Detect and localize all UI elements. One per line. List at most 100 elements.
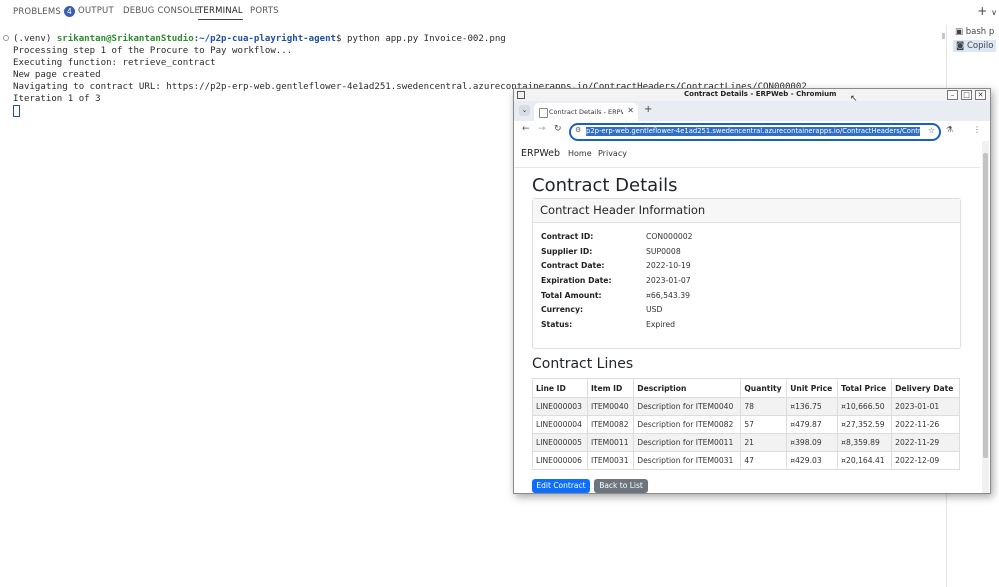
table-cell: LINE000006 <box>532 451 588 470</box>
table-cell: ¤479.87 <box>786 415 839 434</box>
tab-search-chevron-icon[interactable]: ⌄ <box>519 105 530 116</box>
table-cell: ¤429.03 <box>786 451 839 470</box>
table-cell: 2023-01-01 <box>891 397 960 416</box>
table-row: LINE000004 ITEM0082 Description for ITEM… <box>532 415 960 434</box>
table-cell: ¤398.09 <box>786 433 839 452</box>
table-cell: 2022-11-26 <box>891 415 960 434</box>
browser-titlebar[interactable]: Contract Details - ERPWeb - Chromium – □… <box>514 89 990 101</box>
prompt-env: (.venv) <box>13 34 57 44</box>
contract-lines-heading: Contract Lines <box>532 356 634 372</box>
contract-id-label: Contract ID: <box>541 232 594 241</box>
address-bar[interactable]: ⚙ p2p-erp-web.gentleflower-4e1ad251.swed… <box>569 123 941 141</box>
address-bar-url[interactable]: p2p-erp-web.gentleflower-4e1ad251.sweden… <box>586 127 920 136</box>
total-amount-value: ¤66,543.39 <box>646 291 691 300</box>
command-decoration-icon <box>3 35 9 41</box>
page-title: Contract Details <box>532 175 678 196</box>
terminal-scroll-marker <box>942 33 945 39</box>
total-amount-label: Total Amount: <box>541 291 602 300</box>
prompt-path: :~/p2p-cua-playright-agent <box>193 34 337 44</box>
copilot-icon: ◙ <box>956 41 967 51</box>
column-header: Description <box>633 378 742 398</box>
tab-terminal[interactable]: TERMINAL <box>198 6 243 20</box>
edit-contract-button[interactable]: Edit Contract <box>532 479 590 493</box>
site-navbar: ERPWeb Home Privacy <box>514 141 980 168</box>
card-title: Contract Header Information <box>540 203 706 217</box>
back-to-list-button[interactable]: Back to List <box>594 479 648 493</box>
maximize-icon[interactable]: □ <box>961 90 972 100</box>
table-row: LINE000006 ITEM0031 Description for ITEM… <box>532 451 960 470</box>
supplier-id-label: Supplier ID: <box>541 247 593 256</box>
nav-privacy-link[interactable]: Privacy <box>598 149 627 158</box>
table-cell: ITEM0011 <box>586 433 635 452</box>
tab-strip: ⌄ Contract Details - ERPWeb ✕ + <box>514 101 990 121</box>
panel-tab-bar: PROBLEMS 4 OUTPUT DEBUG CONSOLE TERMINAL … <box>0 0 999 24</box>
prompt-user: srikantan@SrikantanStudio <box>56 34 194 44</box>
table-row: LINE000005 ITEM0011 Description for ITEM… <box>532 433 960 452</box>
terminal-line: New page created <box>13 70 101 80</box>
table-cell: ¤10,666.50 <box>837 397 893 416</box>
window-title: Contract Details - ERPWeb - Chromium <box>684 90 837 98</box>
extension-flask-icon[interactable]: ⚗ <box>946 125 953 134</box>
browser-menu-kebab-icon[interactable]: ⋮ <box>973 125 981 134</box>
contract-id-value: CON000002 <box>646 232 693 241</box>
new-terminal-plus-icon[interactable]: + <box>977 4 987 18</box>
site-info-icon[interactable]: ⚙ <box>575 126 581 134</box>
tab-debug-console[interactable]: DEBUG CONSOLE <box>123 6 200 16</box>
column-header: Quantity <box>740 378 788 398</box>
contract-date-label: Contract Date: <box>541 261 605 270</box>
table-header-row: Line ID Item ID Description Quantity Uni… <box>532 378 960 398</box>
status-label: Status: <box>541 320 573 329</box>
table-cell: Description for ITEM0082 <box>633 415 742 434</box>
column-header: Unit Price <box>786 378 839 398</box>
terminal-list-item-copilot[interactable]: ◙ Copilo <box>953 40 997 52</box>
tab-ports[interactable]: PORTS <box>250 6 279 16</box>
browser-window: Contract Details - ERPWeb - Chromium – □… <box>513 88 991 494</box>
panel-actions: + ∨ <box>977 4 997 18</box>
terminal-line: Executing function: retrieve_contract <box>13 58 216 68</box>
page-scrollbar[interactable] <box>982 141 989 493</box>
table-cell: LINE000004 <box>532 415 588 434</box>
table-cell: ¤20,164.41 <box>837 451 893 470</box>
page-favicon-icon <box>539 108 548 118</box>
supplier-id-value: SUP0008 <box>646 247 681 256</box>
table-cell: ITEM0031 <box>586 451 635 470</box>
tab-problems-label: PROBLEMS <box>13 7 61 17</box>
table-row: LINE000003 ITEM0040 Description for ITEM… <box>532 397 960 416</box>
terminal-list-item-bash[interactable]: ▣ bash p <box>955 27 994 37</box>
scrollbar-thumb[interactable] <box>983 153 988 458</box>
tab-problems[interactable]: PROBLEMS 4 <box>13 6 75 17</box>
table-cell: LINE000005 <box>532 433 588 452</box>
brand-link[interactable]: ERPWeb <box>521 148 560 159</box>
terminal-dropdown-chevron-icon[interactable]: ∨ <box>991 8 997 17</box>
new-tab-plus-icon[interactable]: + <box>644 104 652 115</box>
forward-arrow-icon[interactable]: → <box>538 124 546 134</box>
reload-icon[interactable]: ↻ <box>554 124 562 134</box>
table-cell: Description for ITEM0011 <box>633 433 742 452</box>
currency-value: USD <box>646 305 663 314</box>
terminal-line: Iteration 1 of 3 <box>13 94 101 104</box>
contract-date-value: 2022-10-19 <box>646 261 691 270</box>
terminal-line: Processing step 1 of the Procure to Pay … <box>13 46 293 56</box>
tab-output[interactable]: OUTPUT <box>78 6 114 16</box>
table-cell: 2022-12-09 <box>891 451 960 470</box>
table-cell: 21 <box>740 433 788 452</box>
terminal-list-label: bash p <box>965 27 995 37</box>
window-menu-icon[interactable] <box>517 91 525 99</box>
browser-tab-contract-details[interactable]: Contract Details - ERPWeb ✕ <box>534 103 638 121</box>
prompt-command: $ python app.py Invoice-002.png <box>336 34 506 44</box>
column-header: Item ID <box>586 378 635 398</box>
table-cell: ¤27,352.59 <box>837 415 893 434</box>
bookmark-star-icon[interactable]: ☆ <box>928 126 935 135</box>
browser-toolbar: ← → ↻ ⚙ p2p-erp-web.gentleflower-4e1ad25… <box>514 121 990 141</box>
back-arrow-icon[interactable]: ← <box>522 124 530 134</box>
terminal-prompt-line: (.venv) srikantan@SrikantanStudio:~/p2p-… <box>13 33 506 45</box>
close-icon[interactable]: ✕ <box>975 90 986 100</box>
page-viewport: ERPWeb Home Privacy Contract Details Con… <box>514 141 980 493</box>
minimize-icon[interactable]: – <box>947 90 958 100</box>
card-header: Contract Header Information <box>533 199 960 223</box>
tab-close-icon[interactable]: ✕ <box>627 106 634 115</box>
contract-lines-table: Line ID Item ID Description Quantity Uni… <box>532 378 960 470</box>
table-cell: 57 <box>740 415 788 434</box>
nav-home-link[interactable]: Home <box>568 149 592 158</box>
browser-tab-title: Contract Details - ERPWeb <box>549 108 623 116</box>
